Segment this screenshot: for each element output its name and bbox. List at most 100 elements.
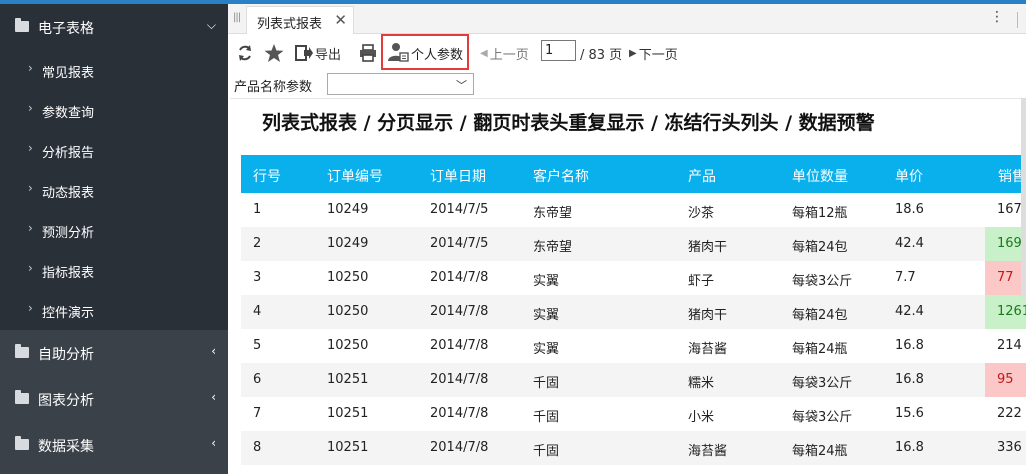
favorite-button[interactable] <box>264 42 284 64</box>
report-toolbar: 导出 个人参数 ◀ 上一页 1 / 83 页 ▶ 下一页 <box>228 34 1026 70</box>
prev-page-button[interactable]: ◀ 上一页 <box>480 42 529 64</box>
column-header: 客户名称 <box>533 169 589 185</box>
sidebar-item-label: 动态报表 <box>42 186 95 201</box>
table-cell-customer: 东帝望 <box>533 206 573 221</box>
sales-value: 1261 <box>997 304 1026 319</box>
table-row[interactable]: 3 10250 2014/7/8 实翼 虾子 每袋3公斤 7.7 77 <box>241 261 1026 295</box>
user-settings-icon <box>388 43 409 62</box>
sidebar-item-label: 预测分析 <box>42 226 95 241</box>
tab-label: 列表式报表 <box>257 17 323 32</box>
table-row[interactable]: 7 10251 2014/7/8 千固 小米 每袋3公斤 15.6 222 <box>241 397 1026 431</box>
table-cell-date: 2014/7/8 <box>430 338 489 353</box>
table-cell-unit: 每箱24包 <box>792 308 848 323</box>
table-row[interactable]: 4 10250 2014/7/8 实翼 猪肉干 每箱24包 42.4 1261 <box>241 295 1026 329</box>
sidebar-item-kpi-report[interactable]: › 指标报表 <box>0 250 228 290</box>
printer-icon <box>360 44 376 62</box>
table-cell-no: 5 <box>253 338 262 353</box>
export-button[interactable]: 导出 <box>295 42 341 64</box>
sidebar-group-data-collection[interactable]: 数据采集 ‹ <box>0 422 228 468</box>
table-row[interactable]: 5 10250 2014/7/8 实翼 海苔酱 每箱24瓶 16.8 214 <box>241 329 1026 363</box>
column-header: 订单编号 <box>327 169 383 185</box>
table-row[interactable]: 6 10251 2014/7/8 千固 糯米 每袋3公斤 16.8 95 <box>241 363 1026 397</box>
sidebar-group-label: 图表分析 <box>38 393 94 409</box>
table-cell-date: 2014/7/8 <box>430 304 489 319</box>
next-page-button[interactable]: ▶ 下一页 <box>629 42 678 64</box>
chevron-right-icon: › <box>28 261 33 275</box>
export-label: 导出 <box>315 47 342 63</box>
table-cell-date: 2014/7/5 <box>430 202 489 217</box>
table-cell-product: 猪肉干 <box>688 240 728 255</box>
drag-handle-icon[interactable]: ||| <box>233 12 241 23</box>
table-cell-order: 10250 <box>327 270 369 285</box>
sidebar-item-dynamic-report[interactable]: › 动态报表 <box>0 170 228 210</box>
sidebar-item-label: 分析报告 <box>42 146 95 161</box>
table-cell-price: 42.4 <box>895 236 924 251</box>
refresh-button[interactable] <box>236 42 254 64</box>
table-cell-order: 10250 <box>327 304 369 319</box>
table-cell-unit: 每箱24包 <box>792 240 848 255</box>
table-row[interactable]: 8 10251 2014/7/8 千固 海苔酱 每箱24瓶 16.8 336 <box>241 431 1026 465</box>
close-icon[interactable]: ✕ <box>334 11 347 29</box>
table-cell-customer: 东帝望 <box>533 240 573 255</box>
chevron-left-icon: ‹ <box>211 390 216 404</box>
table-cell-product: 虾子 <box>688 274 715 289</box>
folder-icon <box>15 390 29 404</box>
refresh-icon <box>239 45 251 61</box>
table-cell-order: 10250 <box>327 338 369 353</box>
sidebar-group-spreadsheet[interactable]: 电子表格 ⌵ <box>0 4 228 50</box>
sales-value: 336 <box>997 440 1022 455</box>
vertical-scrollbar[interactable] <box>1021 98 1026 298</box>
sidebar-group-chart-analysis[interactable]: 图表分析 ‹ <box>0 376 228 422</box>
star-icon <box>264 44 284 62</box>
folder-icon <box>15 344 29 358</box>
table-cell-price: 18.6 <box>895 202 924 217</box>
column-header: 单价 <box>895 169 923 185</box>
tab-list-report[interactable]: 列表式报表 ✕ <box>246 6 354 34</box>
table-cell-customer: 实翼 <box>533 308 560 323</box>
table-cell-sales: 214 <box>985 329 1026 363</box>
table-cell-unit: 每袋3公斤 <box>792 376 853 391</box>
chevron-down-icon: ⌵ <box>206 18 216 32</box>
table-cell-date: 2014/7/8 <box>430 440 489 455</box>
sidebar-item-common-reports[interactable]: › 常见报表 <box>0 50 228 90</box>
table-cell-date: 2014/7/8 <box>430 270 489 285</box>
table-cell-price: 16.8 <box>895 440 924 455</box>
table-cell-unit: 每袋3公斤 <box>792 274 853 289</box>
table-cell-date: 2014/7/8 <box>430 406 489 421</box>
sidebar-group-self-analysis[interactable]: 自助分析 ‹ <box>0 330 228 376</box>
chevron-left-icon: ‹ <box>211 344 216 358</box>
prev-page-label: 上一页 <box>489 47 529 63</box>
table-cell-customer: 实翼 <box>533 274 560 289</box>
chevron-right-icon: › <box>28 301 33 315</box>
table-cell-unit: 每箱12瓶 <box>792 206 848 221</box>
sidebar-item-analysis-report[interactable]: › 分析报告 <box>0 130 228 170</box>
sidebar-item-control-demo[interactable]: › 控件演示 <box>0 290 228 330</box>
personal-params-button[interactable]: 个人参数 <box>381 34 469 70</box>
table-cell-product: 沙茶 <box>688 206 715 221</box>
table-cell-price: 16.8 <box>895 338 924 353</box>
sidebar-item-label: 指标报表 <box>42 266 95 281</box>
page-number-input[interactable]: 1 <box>541 40 576 61</box>
table-cell-unit: 每箱24瓶 <box>792 342 848 357</box>
table-cell-no: 2 <box>253 236 262 251</box>
product-name-select[interactable]: ﹀ <box>327 73 474 95</box>
chevron-left-icon: ‹ <box>211 436 216 450</box>
chevron-right-icon: › <box>28 101 33 115</box>
table-cell-product: 糯米 <box>688 376 715 391</box>
table-cell-order: 10249 <box>327 202 369 217</box>
table-cell-product: 小米 <box>688 410 715 425</box>
folder-icon <box>15 18 29 32</box>
sidebar-item-forecast[interactable]: › 预测分析 <box>0 210 228 250</box>
chevron-right-icon: › <box>28 61 33 75</box>
chevron-right-icon: › <box>28 141 33 155</box>
table-cell-product: 海苔酱 <box>688 444 728 459</box>
table-row[interactable]: 1 10249 2014/7/5 东帝望 沙茶 每箱12瓶 18.6 167 <box>241 193 1026 227</box>
sidebar-item-param-query[interactable]: › 参数查询 <box>0 90 228 130</box>
table-cell-customer: 千固 <box>533 444 560 459</box>
more-menu-icon[interactable]: ⋮ <box>990 9 1004 25</box>
print-button[interactable] <box>359 42 377 64</box>
caret-right-icon: ▶ <box>629 47 637 59</box>
table-row[interactable]: 2 10249 2014/7/5 东帝望 猪肉干 每箱24包 42.4 1696 <box>241 227 1026 261</box>
table-cell-sales: 1696 <box>985 227 1026 261</box>
table-header: 行号 订单编号 订单日期 客户名称 产品 单位数量 单价 销售 <box>241 155 1026 193</box>
